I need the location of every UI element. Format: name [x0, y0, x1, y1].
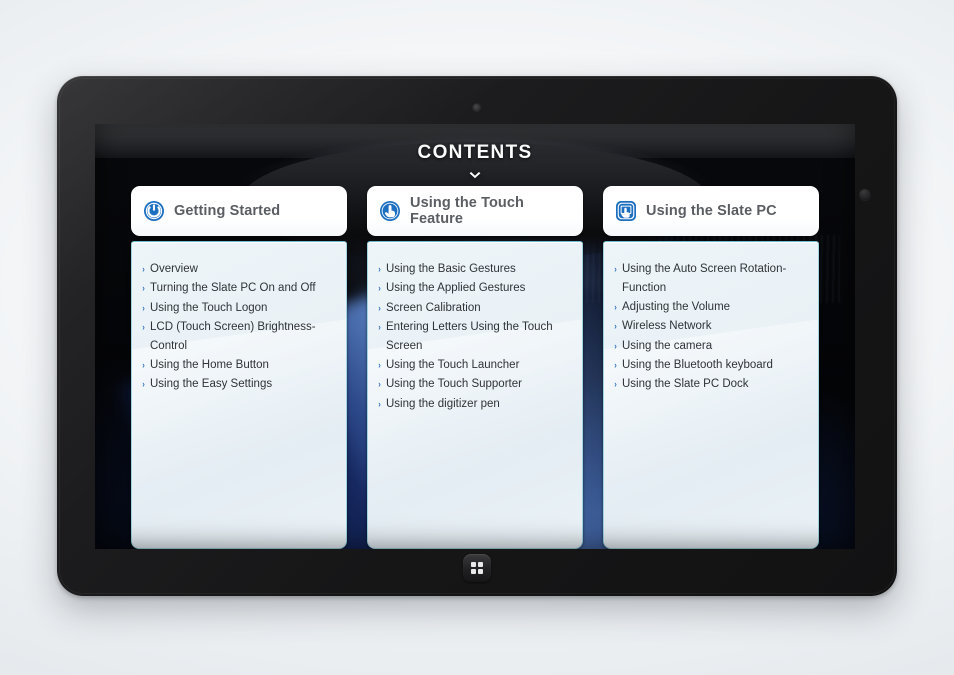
card-title: Using the Slate PC — [646, 202, 777, 219]
home-grid-icon — [471, 562, 483, 574]
chevron-right-bullet-icon: › — [378, 302, 381, 313]
list-item-label: Using the Home Button — [150, 358, 269, 371]
toc-list: › Using the Auto Screen Rotation-Functio… — [614, 260, 806, 394]
tablet-screen: CONTENTS Getting Started › Overview › Tu… — [95, 124, 855, 549]
list-item[interactable]: › Screen Calibration — [378, 299, 570, 318]
list-item[interactable]: › Using the Bluetooth keyboard — [614, 356, 806, 375]
list-item-label: Using the camera — [622, 339, 713, 352]
chevron-right-bullet-icon: › — [614, 359, 617, 370]
touch-finger-circle-icon — [379, 200, 401, 222]
list-item-label: Using the Touch Supporter — [386, 378, 522, 391]
list-item-label: Using the Basic Gestures — [386, 263, 516, 275]
card-title: Getting Started — [174, 202, 281, 219]
chevron-right-bullet-icon: › — [142, 302, 145, 313]
list-item[interactable]: › Using the Easy Settings — [142, 375, 334, 394]
toc-list: › Using the Basic Gestures › Using the A… — [378, 260, 570, 413]
chevron-right-bullet-icon: › — [614, 340, 617, 351]
power-side-button[interactable] — [859, 188, 871, 200]
list-item-label: Using the Easy Settings — [150, 378, 273, 391]
tablet-touch-square-icon — [615, 200, 637, 222]
list-item[interactable]: › Using the camera — [614, 337, 806, 356]
contents-columns: Getting Started › Overview › Turning the… — [95, 124, 855, 549]
chevron-right-bullet-icon: › — [378, 359, 381, 370]
list-item[interactable]: › Using the Auto Screen Rotation-Functio… — [614, 260, 806, 298]
card-header-slate-pc[interactable]: Using the Slate PC — [603, 186, 819, 236]
list-item[interactable]: › Entering Letters Using the Touch Scree… — [378, 318, 570, 356]
chevron-right-bullet-icon: › — [614, 379, 617, 390]
contents-column-touch-feature: Using the Touch Feature › Using the Basi… — [367, 186, 583, 549]
chevron-right-bullet-icon: › — [614, 321, 617, 332]
list-item[interactable]: › Using the Slate PC Dock — [614, 375, 806, 394]
contents-column-getting-started: Getting Started › Overview › Turning the… — [131, 186, 347, 549]
chevron-right-bullet-icon: › — [378, 264, 381, 274]
list-item-label: Using the digitizer pen — [386, 397, 500, 410]
list-item-label: Using the Touch Logon — [150, 301, 268, 314]
list-item[interactable]: › Turning the Slate PC On and Off — [142, 279, 334, 298]
chevron-right-bullet-icon: › — [142, 321, 145, 332]
chevron-right-bullet-icon: › — [142, 359, 145, 370]
chevron-right-bullet-icon: › — [378, 283, 381, 294]
list-item-label: Turning the Slate PC On and Off — [150, 282, 316, 295]
list-item[interactable]: › Using the Touch Launcher — [378, 356, 570, 375]
list-item[interactable]: › Using the Touch Supporter — [378, 375, 570, 394]
list-item[interactable]: › Wireless Network — [614, 317, 806, 336]
list-item-label: Adjusting the Volume — [622, 301, 731, 314]
chevron-right-bullet-icon: › — [614, 302, 617, 313]
list-item[interactable]: › Overview — [142, 260, 334, 279]
list-item[interactable]: › Using the Home Button — [142, 356, 334, 375]
list-item[interactable]: › Using the Basic Gestures — [378, 260, 570, 279]
chevron-right-bullet-icon: › — [378, 398, 381, 409]
chevron-right-bullet-icon: › — [378, 321, 381, 332]
list-item[interactable]: › Using the digitizer pen — [378, 395, 570, 414]
card-body-touch-feature: › Using the Basic Gestures › Using the A… — [367, 241, 583, 549]
card-body-slate-pc: › Using the Auto Screen Rotation-Functio… — [603, 241, 819, 549]
toc-list: › Overview › Turning the Slate PC On and… — [142, 260, 334, 394]
list-item-label: Screen Calibration — [386, 301, 481, 314]
card-body-getting-started: › Overview › Turning the Slate PC On and… — [131, 241, 347, 549]
list-item[interactable]: › Using the Touch Logon — [142, 299, 334, 318]
chevron-right-bullet-icon: › — [614, 264, 617, 274]
list-item[interactable]: › Adjusting the Volume — [614, 298, 806, 317]
chevron-right-bullet-icon: › — [378, 379, 381, 390]
chevron-right-bullet-icon: › — [142, 264, 145, 274]
power-circle-icon — [143, 200, 165, 222]
list-item[interactable]: › LCD (Touch Screen) Brightness-Control — [142, 318, 334, 356]
chevron-right-bullet-icon: › — [142, 283, 145, 294]
list-item-label: Overview — [150, 263, 198, 275]
list-item-label: Using the Touch Launcher — [386, 358, 520, 371]
list-item-label: Wireless Network — [622, 320, 712, 333]
tablet-device: CONTENTS Getting Started › Overview › Tu… — [57, 76, 897, 596]
list-item-label: Using the Bluetooth keyboard — [622, 358, 773, 371]
list-item[interactable]: › Using the Applied Gestures — [378, 279, 570, 298]
list-item-label: Using the Slate PC Dock — [622, 378, 749, 391]
card-title: Using the Touch Feature — [410, 194, 525, 227]
list-item-label: LCD (Touch Screen) Brightness-Control — [150, 320, 316, 352]
list-item-label: Using the Auto Screen Rotation-Function — [622, 263, 787, 294]
home-button[interactable] — [463, 554, 491, 582]
card-header-getting-started[interactable]: Getting Started — [131, 186, 347, 236]
chevron-right-bullet-icon: › — [142, 379, 145, 390]
list-item-label: Entering Letters Using the Touch Screen — [386, 320, 553, 352]
page-root: CONTENTS Getting Started › Overview › Tu… — [0, 0, 954, 675]
camera-dot-icon — [472, 103, 482, 113]
contents-column-slate-pc: Using the Slate PC › Using the Auto Scre… — [603, 186, 819, 549]
card-header-touch-feature[interactable]: Using the Touch Feature — [367, 186, 583, 236]
list-item-label: Using the Applied Gestures — [386, 282, 526, 295]
